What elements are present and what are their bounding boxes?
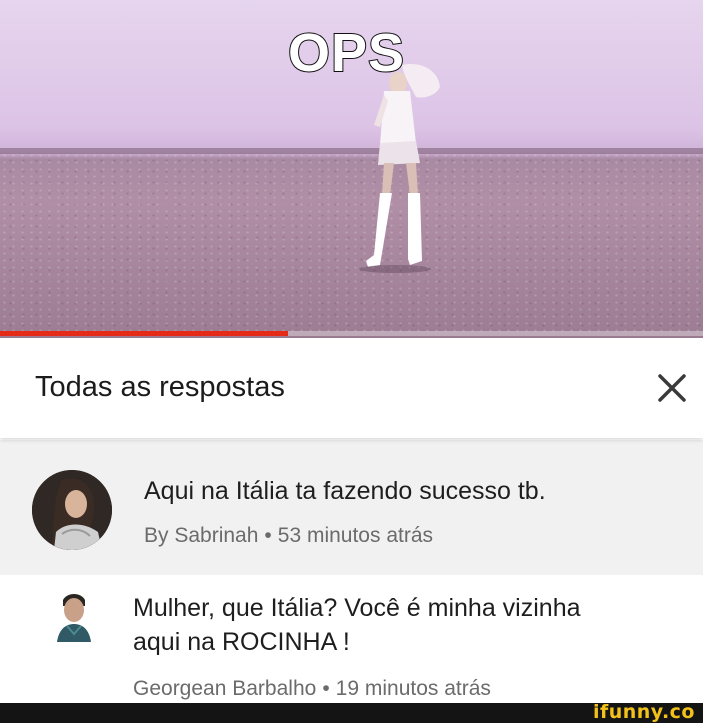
video-progress-track[interactable]: [0, 331, 703, 336]
avatar-photo: [55, 590, 91, 642]
comment-item[interactable]: Mulher, que Itália? Você é minha vizinha…: [0, 575, 703, 705]
comment-meta: Georgean Barbalho • 19 minutos atrás: [133, 677, 491, 701]
comment-author[interactable]: By Sabrinah: [144, 524, 258, 547]
watermark-bar: ifunny.co: [0, 701, 703, 723]
close-icon[interactable]: [652, 368, 692, 408]
separator-dot: •: [322, 677, 330, 700]
comment-timestamp: 53 minutos atrás: [277, 524, 434, 547]
comment-author[interactable]: Georgean Barbalho: [133, 677, 316, 700]
dancer-figure: [359, 63, 440, 273]
page-title: Todas as respostas: [35, 371, 285, 403]
ifunny-logo: ifunny.co: [592, 701, 695, 723]
avatar[interactable]: [55, 590, 91, 642]
comment-text-line-2: aqui na ROCINHA !: [133, 628, 350, 656]
replies-header: Todas as respostas: [0, 338, 703, 438]
video-progress-fill: [0, 331, 289, 336]
separator-dot: •: [264, 524, 272, 547]
comment-item[interactable]: Aqui na Itália ta fazendo sucesso tb. By…: [0, 440, 703, 575]
video-frame[interactable]: OPS: [0, 0, 703, 338]
avatar-photo: [32, 470, 112, 550]
comment-meta: By Sabrinah • 53 minutos atrás: [144, 524, 433, 548]
comment-timestamp: 19 minutos atrás: [335, 677, 491, 700]
ops-caption: OPS: [287, 23, 406, 83]
avatar[interactable]: [32, 470, 112, 550]
comment-text-line-1: Mulher, que Itália? Você é minha vizinha: [133, 594, 581, 622]
comment-text: Aqui na Itália ta fazendo sucesso tb.: [144, 477, 546, 505]
